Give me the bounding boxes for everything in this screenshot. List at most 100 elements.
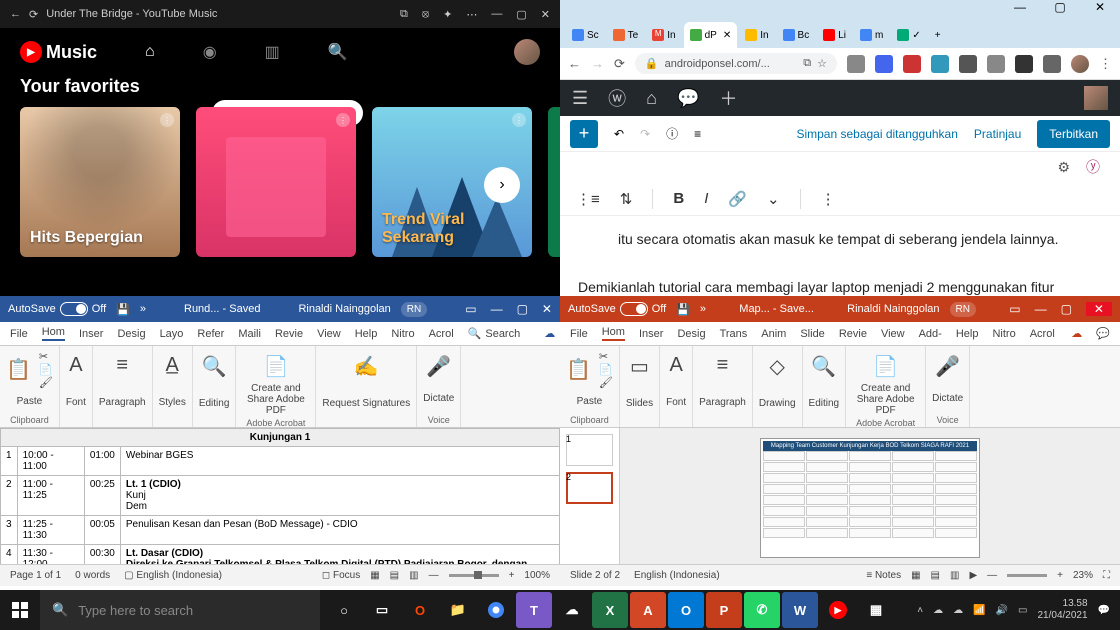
minimize-icon[interactable]: — — [491, 8, 502, 21]
page-indicator[interactable]: Page 1 of 1 — [10, 570, 61, 581]
maximize-icon[interactable]: ▢ — [517, 302, 528, 316]
ext-icon[interactable] — [987, 55, 1005, 73]
comment-icon[interactable]: 💬 — [677, 88, 699, 109]
clipboard-group[interactable]: 📋✂📄🖌PasteClipboard — [560, 346, 620, 427]
back-icon[interactable]: ← — [568, 56, 581, 71]
zoom-out[interactable]: — — [987, 570, 997, 581]
user-badge[interactable]: RN — [950, 302, 976, 317]
view-icon[interactable]: ▦ — [370, 570, 379, 581]
tab-help[interactable]: Help — [355, 328, 378, 340]
notes-button[interactable]: ≡ Notes — [866, 570, 901, 581]
thumb-1[interactable] — [566, 434, 613, 466]
onedrive-icon[interactable]: ☁ — [953, 605, 963, 616]
reload-icon[interactable]: ⟳ — [614, 56, 625, 72]
tab-transitions[interactable]: Trans — [720, 328, 748, 340]
tab-insert[interactable]: Inser — [639, 328, 663, 340]
autosave-toggle[interactable]: AutoSaveOff — [8, 302, 106, 316]
forward-icon[interactable]: → — [591, 56, 604, 71]
focus-mode[interactable]: ◻ Focus — [322, 570, 360, 581]
slide-indicator[interactable]: Slide 2 of 2 — [570, 570, 620, 581]
opera-icon[interactable]: O — [402, 592, 438, 628]
tab-home[interactable]: Hom — [42, 326, 65, 341]
new-tab-button[interactable]: + — [929, 22, 947, 48]
start-button[interactable] — [0, 590, 40, 630]
gear-icon[interactable]: ⚙ — [1057, 159, 1070, 176]
share-icon[interactable]: ☁ — [1071, 327, 1082, 340]
whatsapp-icon[interactable]: ✆ — [744, 592, 780, 628]
preview-link[interactable]: Pratinjau — [974, 127, 1021, 141]
styles-group[interactable]: A̲Styles — [153, 346, 193, 427]
wifi-icon[interactable]: 📶 — [973, 605, 985, 616]
font-group[interactable]: AFont — [60, 346, 93, 427]
word-icon[interactable]: W — [782, 592, 818, 628]
view-icon[interactable]: ▥ — [409, 570, 418, 581]
explorer-icon[interactable]: 📁 — [440, 592, 476, 628]
card-hits[interactable]: ⋮ Hits Bepergian — [20, 107, 180, 257]
maximize-icon[interactable]: ▢ — [1061, 302, 1072, 316]
tab-design[interactable]: Desig — [117, 328, 145, 340]
bold-button[interactable]: B — [673, 190, 684, 207]
zoom-in[interactable]: + — [509, 570, 515, 581]
ytmusic-icon[interactable]: ▶ — [820, 592, 856, 628]
wordpress-icon[interactable]: ⓦ — [608, 85, 626, 111]
tab-home[interactable]: Hom — [602, 326, 625, 341]
ext-icon[interactable] — [959, 55, 977, 73]
slide-canvas[interactable]: Mapping Team Customer Kunjungan Kerja BO… — [620, 428, 1120, 564]
tab-file[interactable]: File — [570, 328, 588, 340]
tab-help[interactable]: Help — [956, 328, 979, 340]
chevron-up-icon[interactable]: ˄ — [917, 605, 923, 616]
volume-icon[interactable]: 🔊 — [996, 605, 1008, 616]
more-icon[interactable]: ⋮ — [821, 190, 836, 208]
back-icon[interactable]: ← — [10, 8, 21, 20]
redo-icon[interactable]: ↷ — [640, 127, 650, 141]
restore-icon[interactable]: ▭ — [465, 302, 476, 316]
language-indicator[interactable]: ▭ — [1018, 605, 1027, 616]
chevron-down-icon[interactable]: ⌄ — [767, 190, 780, 208]
tab-mailings[interactable]: Maili — [238, 328, 261, 340]
avatar[interactable] — [1084, 86, 1108, 110]
zoom-level[interactable]: 100% — [524, 570, 550, 581]
fit-icon[interactable]: ⛶ — [1103, 570, 1110, 581]
close-icon[interactable]: ✕ — [1080, 0, 1120, 18]
save-icon[interactable]: 💾 — [116, 303, 130, 316]
tab-addins[interactable]: Add- — [919, 328, 942, 340]
save-icon[interactable]: 💾 — [676, 303, 690, 316]
taskbar-search[interactable]: 🔍 Type here to search — [40, 590, 320, 630]
extensions-icon[interactable]: ✦ — [443, 8, 452, 21]
minimize-icon[interactable]: — — [1000, 0, 1040, 18]
thumb-2[interactable] — [566, 472, 613, 504]
view-icon[interactable]: ▤ — [931, 570, 940, 581]
dictate-group[interactable]: 🎤DictateVoice — [417, 346, 461, 427]
adobe-create-group[interactable]: 📄Create and Share Adobe PDFAdobe Acrobat — [236, 346, 316, 427]
tab-view[interactable]: View — [881, 328, 905, 340]
paragraph-group[interactable]: ≡Paragraph — [693, 346, 753, 427]
outlook-icon[interactable]: O — [668, 592, 704, 628]
font-group[interactable]: AFont — [660, 346, 693, 427]
word-document[interactable]: Kunjungan 1 110:00 - 11:0001:00Webinar B… — [0, 428, 560, 564]
tab[interactable]: Li — [817, 22, 852, 48]
teams-icon[interactable]: T — [516, 592, 552, 628]
autosave-toggle[interactable]: AutoSaveOff — [568, 302, 666, 316]
tab-slideshow[interactable]: Slide — [800, 328, 824, 340]
clock[interactable]: 13.58 21/04/2021 — [1037, 598, 1087, 622]
outline-icon[interactable]: ≡ — [694, 127, 701, 141]
view-icon[interactable]: ▤ — [390, 570, 399, 581]
more-icon[interactable]: ⋯ — [466, 8, 477, 21]
undo-icon[interactable]: ↶ — [614, 127, 624, 141]
app-icon[interactable]: ▦ — [858, 592, 894, 628]
maximize-icon[interactable]: ▢ — [516, 8, 526, 21]
tab-file[interactable]: File — [10, 328, 28, 340]
tab-review[interactable]: Revie — [275, 328, 303, 340]
tab[interactable]: ✓ — [891, 22, 926, 48]
signatures-group[interactable]: ✍Request Signatures — [316, 346, 417, 427]
tab-references[interactable]: Refer — [197, 328, 224, 340]
save-draft-link[interactable]: Simpan sebagai ditangguhkan — [796, 127, 957, 141]
italic-button[interactable]: I — [704, 190, 708, 207]
menu-icon[interactable]: ⋮ — [512, 113, 526, 127]
search-icon[interactable]: 🔍 — [328, 42, 348, 62]
zoom-level[interactable]: 23% — [1073, 570, 1093, 581]
close-icon[interactable]: ✕ — [541, 8, 550, 21]
editing-group[interactable]: 🔍Editing — [803, 346, 847, 427]
slideshow-icon[interactable]: ▶ — [969, 570, 977, 581]
publish-button[interactable]: Terbitkan — [1037, 120, 1110, 148]
